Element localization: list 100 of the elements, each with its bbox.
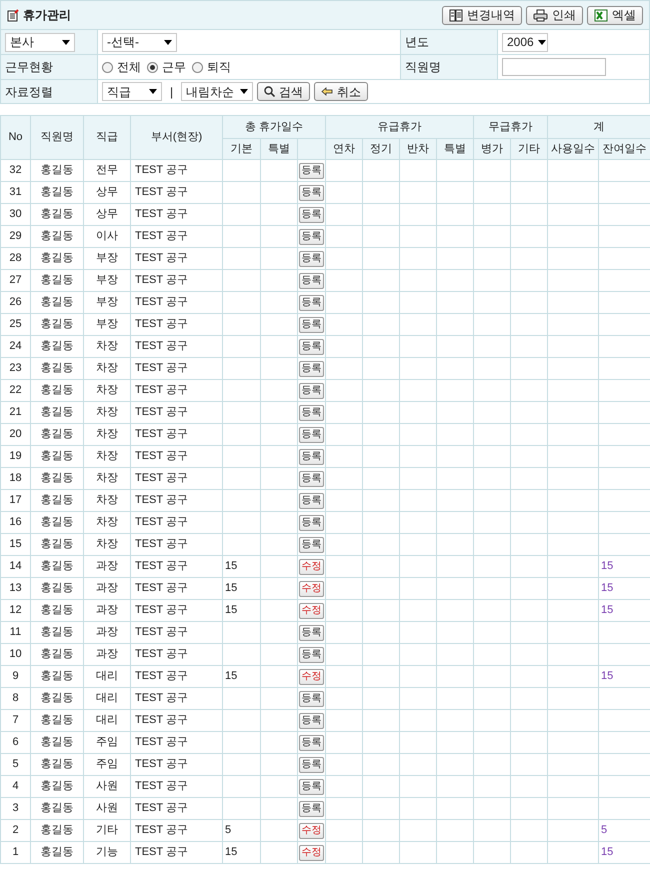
table-cell: 주임 [84,754,130,776]
table-cell: 15 [222,578,260,600]
dropdown[interactable]: 2006 [502,32,548,52]
caret-icon [538,40,546,44]
column-group-header: 계 [548,116,650,138]
register-button[interactable]: 등록 [299,778,324,794]
column-header: 특별 [260,138,298,160]
column-header: 직원명 [30,116,84,160]
register-button[interactable]: 등록 [299,514,324,530]
column-group-header: 유급휴가 [326,116,474,138]
document-icon [449,8,463,22]
edit-button[interactable]: 수정 [299,844,324,860]
table-cell: 홍길동 [30,710,84,732]
table-cell: 홍길동 [30,292,84,314]
register-button[interactable]: 등록 [299,162,324,178]
edit-button[interactable]: 수정 [299,558,324,574]
dropdown[interactable]: 내림차순 [181,82,254,101]
register-button[interactable]: 등록 [299,624,324,640]
table-cell: TEST 공구 [130,600,222,622]
table-cell: TEST 공구 [130,644,222,666]
table-cell: 16 [0,512,30,534]
register-button[interactable]: 등록 [299,712,324,728]
search-button[interactable]: 검색 [257,82,310,101]
dropdown[interactable]: 직급 [102,82,162,101]
table-cell: TEST 공구 [130,666,222,688]
register-button[interactable]: 등록 [299,470,324,486]
table-cell: TEST 공구 [130,578,222,600]
register-button[interactable]: 등록 [299,426,324,442]
table-cell: 홍길동 [30,666,84,688]
table-cell: 홍길동 [30,622,84,644]
register-button[interactable]: 등록 [299,646,324,662]
register-button[interactable]: 등록 [299,206,324,222]
table-cell: TEST 공구 [130,182,222,204]
table-cell: TEST 공구 [130,160,222,182]
table-cell: TEST 공구 [130,248,222,270]
table-cell: 홍길동 [30,798,84,820]
table-cell: 27 [0,270,30,292]
table-cell: 부장 [84,314,130,336]
register-button[interactable]: 등록 [299,250,324,266]
history-button[interactable]: 변경내역 [442,6,522,24]
table-cell: 7 [0,710,30,732]
edit-button[interactable]: 수정 [299,822,324,838]
table-cell: 부장 [84,248,130,270]
edit-button[interactable]: 수정 [299,602,324,618]
edit-button[interactable]: 수정 [299,580,324,596]
dropdown[interactable]: -선택- [102,32,177,52]
table-cell: 홍길동 [30,820,84,842]
register-button[interactable]: 등록 [299,756,324,772]
register-button[interactable]: 등록 [299,228,324,244]
table-cell: 홍길동 [30,732,84,754]
table-cell: 차장 [84,402,130,424]
table-cell: 8 [0,688,30,710]
employee-name-field[interactable] [502,58,606,76]
register-button[interactable]: 등록 [299,448,324,464]
table-cell: 홍길동 [30,556,84,578]
edit-button[interactable]: 수정 [299,668,324,684]
table-cell: 홍길동 [30,600,84,622]
dropdown[interactable]: 본사 [5,32,75,52]
table-cell: 대리 [84,688,130,710]
table-cell: 과장 [84,622,130,644]
register-button[interactable]: 등록 [299,536,324,552]
register-button[interactable]: 등록 [299,338,324,354]
printer-icon [533,8,548,22]
table-cell: 홍길동 [30,204,84,226]
excel-button[interactable]: 엑셀 [587,6,643,24]
register-button[interactable]: 등록 [299,690,324,706]
print-button[interactable]: 인쇄 [526,6,583,24]
register-button[interactable]: 등록 [299,404,324,420]
table-cell: 5 [0,754,30,776]
register-button[interactable]: 등록 [299,734,324,750]
status-label: 근무현황 [5,59,53,76]
table-cell: 20 [0,424,30,446]
table-cell: 19 [0,446,30,468]
memo-icon [7,8,19,22]
radio-option[interactable]: 전체 [102,58,141,76]
table-cell: 홍길동 [30,534,84,556]
year-label: 년도 [405,34,429,51]
register-button[interactable]: 등록 [299,492,324,508]
table-cell: 차장 [84,424,130,446]
table-cell: 사원 [84,798,130,820]
table-cell: 10 [0,644,30,666]
table-cell: 홍길동 [30,688,84,710]
register-button[interactable]: 등록 [299,800,324,816]
register-button[interactable]: 등록 [299,184,324,200]
table-cell: 부장 [84,292,130,314]
cancel-button[interactable]: 취소 [314,82,368,101]
table-cell: TEST 공구 [130,776,222,798]
register-button[interactable]: 등록 [299,360,324,376]
register-button[interactable]: 등록 [299,294,324,310]
caret-icon [240,89,248,94]
table-cell: 홍길동 [30,248,84,270]
register-button[interactable]: 등록 [299,272,324,288]
column-header: 부서(현장) [130,116,222,160]
table-cell: 차장 [84,336,130,358]
register-button[interactable]: 등록 [299,382,324,398]
radio-option[interactable]: 근무 [147,58,186,76]
table-cell: 차장 [84,534,130,556]
register-button[interactable]: 등록 [299,316,324,332]
table-cell: 21 [0,402,30,424]
radio-option[interactable]: 퇴직 [192,58,231,76]
